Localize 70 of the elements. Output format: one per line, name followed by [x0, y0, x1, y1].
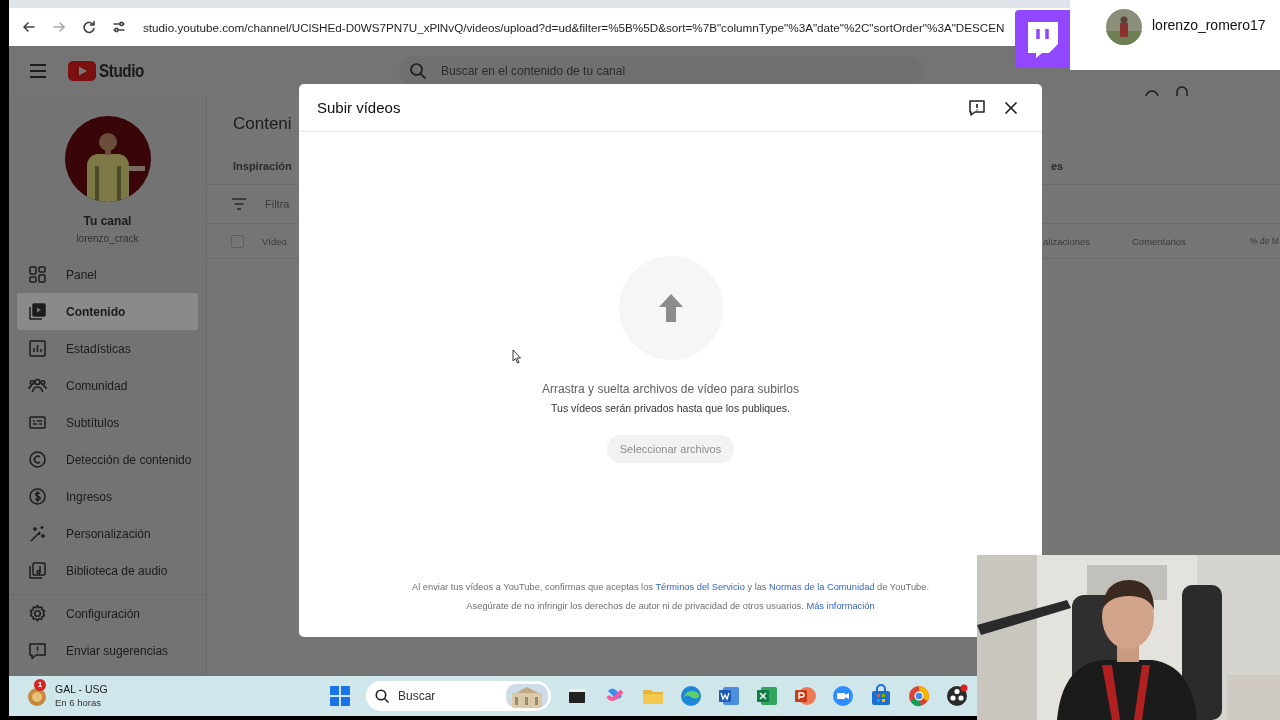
nav-item[interactable]: Comunidad: [17, 367, 198, 404]
record-icon[interactable]: [945, 684, 969, 708]
nav-item[interactable]: Estadísticas: [17, 330, 198, 367]
notification-badge: 1: [34, 679, 46, 691]
filter-field[interactable]: Filtra: [265, 198, 290, 210]
copyright-icon: [28, 450, 47, 469]
forward-icon[interactable]: [51, 19, 67, 35]
dialog-title: Subir vídeos: [317, 99, 401, 116]
document-icon[interactable]: [717, 684, 741, 708]
browser-icon[interactable]: [679, 684, 703, 708]
select-files-button[interactable]: Seleccionar archivos: [606, 435, 735, 463]
weather-subtitle: En 6 horas: [55, 696, 102, 709]
legal-text: Al enviar tus vídeos a YouTube, confirmas que aceptas los Términos del Servicio y las Normas de la Comunidad de YouTube.: [412, 581, 929, 594]
url-text: studio.youtube.com/channel/UClSHEd-D0WS7PN7U_xPlNvQ/videos/upload?d=ud&filter=%5B%5D&sort=%7B"columnType"%3A"date"%2C"sortOrder"%3A"DESCEN: [143, 20, 1005, 34]
tab[interactable]: es: [1051, 159, 1280, 172]
play-logo-icon: [68, 61, 96, 81]
dollar-icon: [28, 487, 47, 506]
presentation-icon[interactable]: [793, 684, 817, 708]
search-field[interactable]: Buscar en el contenido de tu canal: [399, 56, 924, 86]
channel-name: Tu canal: [83, 214, 132, 228]
menu-icon[interactable]: [29, 64, 47, 78]
people-icon: [28, 376, 47, 395]
bar-chart-icon: [28, 339, 47, 358]
start-icon[interactable]: [328, 684, 352, 708]
back-icon[interactable]: [21, 19, 37, 35]
video-call-icon[interactable]: [831, 684, 855, 708]
upload-arrow-icon: [657, 293, 684, 323]
nav-item[interactable]: Panel: [17, 256, 198, 293]
search-icon: [409, 62, 427, 80]
feedback-icon: [28, 641, 47, 660]
nav-item[interactable]: Biblioteca de audio: [17, 552, 198, 589]
link[interactable]: Normas de la Comunidad: [769, 582, 875, 592]
nav-item[interactable]: Configuración: [17, 595, 198, 632]
nav-item[interactable]: Detección de contenido: [17, 441, 198, 478]
weather-title: GAL - USG: [55, 683, 108, 696]
logo-text: Studio: [99, 60, 145, 82]
channel-handle: lorenzo_crack: [76, 232, 139, 245]
username: lorenzo_romero17: [1152, 17, 1266, 33]
stream-logo-icon: [1025, 20, 1060, 58]
site-info-icon[interactable]: [111, 19, 127, 35]
nav-item[interactable]: Subtítulos: [17, 404, 198, 441]
tab[interactable]: Inspiración: [233, 159, 292, 172]
nav-item[interactable]: Ingresos: [17, 478, 198, 515]
pointer-icon: [512, 349, 522, 364]
nav-item[interactable]: Enviar sugerencias: [17, 632, 198, 669]
music-library-icon: [28, 561, 47, 580]
search-field[interactable]: Buscar: [366, 681, 551, 711]
weather-icon: [26, 685, 48, 707]
link[interactable]: Más información: [806, 601, 875, 611]
subtitles-icon: [28, 413, 47, 432]
filter-icon[interactable]: [231, 198, 247, 210]
privacy-note: Tus vídeos serán privados hasta que los publiques.: [551, 402, 790, 415]
legal-text: Asegúrate de no infringir los derechos de autor ni de privacidad de otros usuarios. Más información: [466, 600, 875, 613]
settings-icon: [28, 604, 47, 623]
magic-wand-icon: [28, 524, 47, 543]
video-library-icon: [28, 302, 47, 321]
nav-item[interactable]: Contenido: [17, 293, 198, 330]
feedback-icon[interactable]: [968, 98, 986, 117]
drop-instructions: Arrastra y suelta archivos de vídeo para subirlos: [542, 382, 799, 396]
reload-icon[interactable]: [81, 19, 97, 35]
close-icon[interactable]: [1004, 100, 1018, 115]
column-header: alizaciones: [1043, 235, 1091, 247]
nav-item[interactable]: Personalización: [17, 515, 198, 552]
dashboard-icon: [28, 265, 47, 284]
search-icon: [375, 688, 390, 704]
store-icon[interactable]: [869, 684, 893, 708]
page-title: Conteni: [233, 115, 292, 133]
browser-icon[interactable]: [907, 684, 931, 708]
spreadsheet-icon[interactable]: [755, 684, 779, 708]
link[interactable]: Términos del Servicio: [655, 582, 745, 592]
